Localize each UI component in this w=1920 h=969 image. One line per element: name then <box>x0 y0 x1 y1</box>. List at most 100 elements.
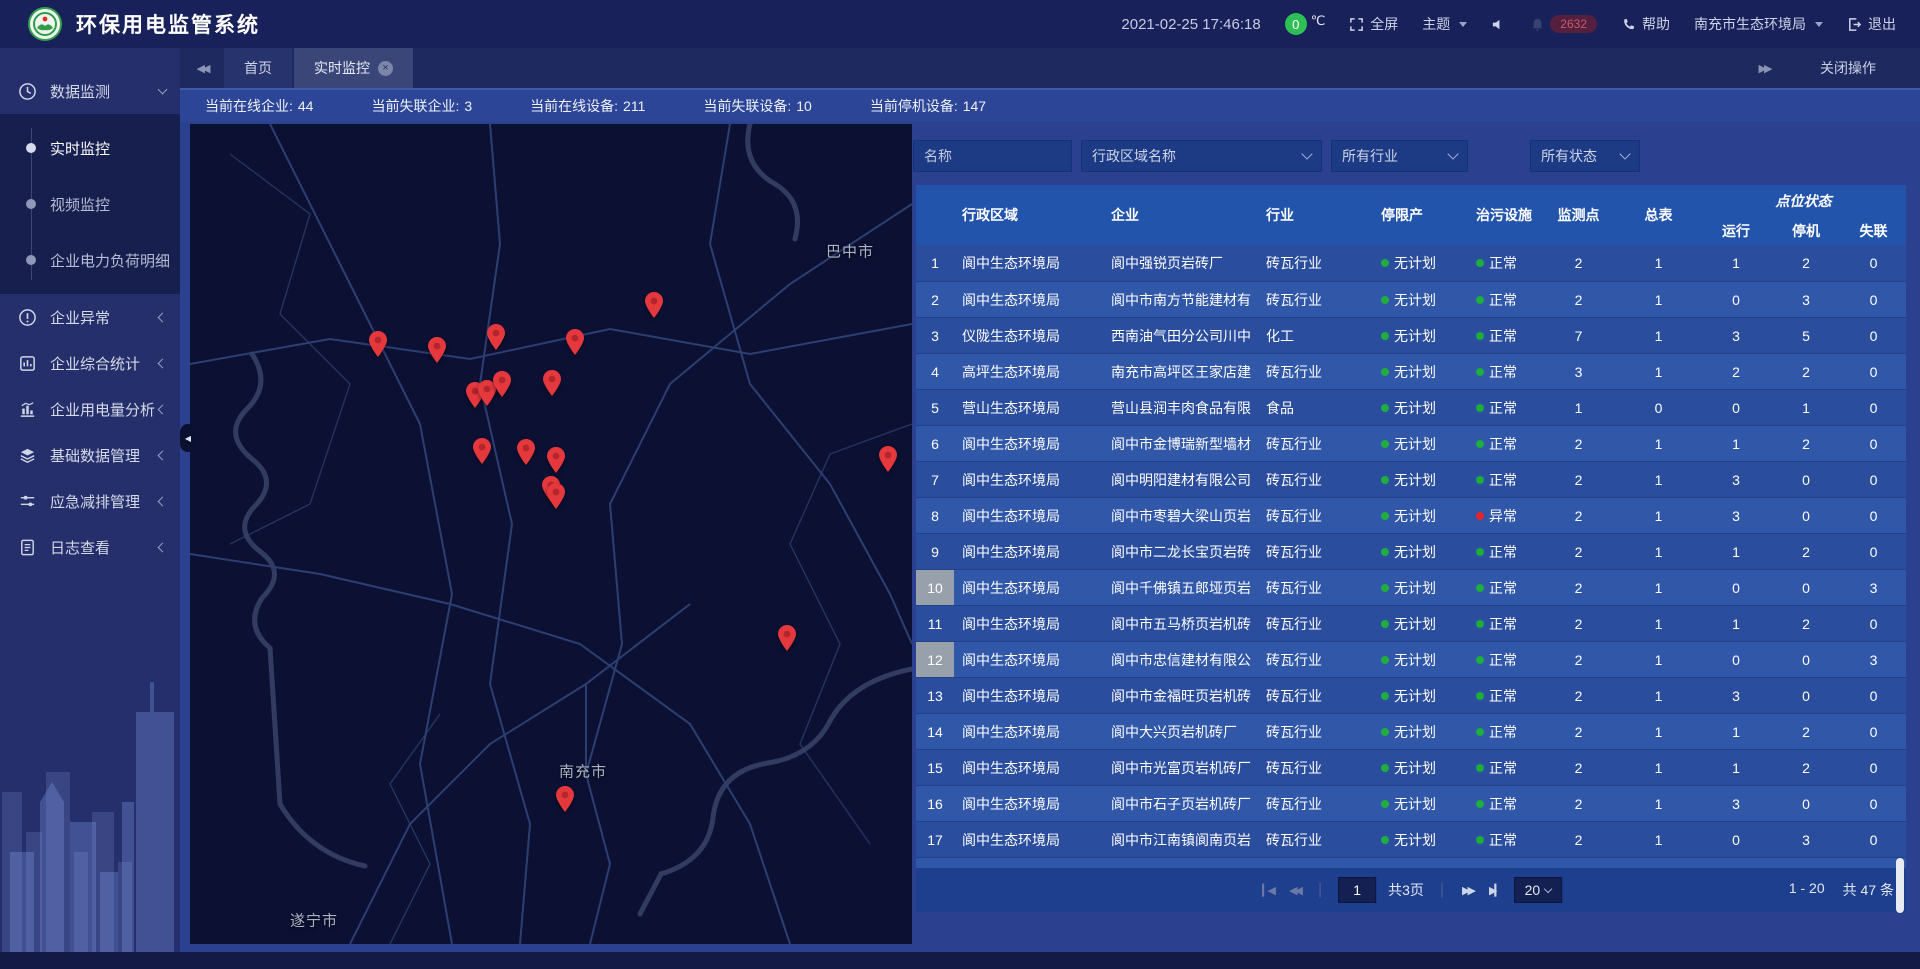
table-scrollbar-thumb[interactable] <box>1896 858 1904 913</box>
status-filter-select[interactable]: 所有状态 <box>1530 140 1640 172</box>
region-filter-select[interactable]: 行政区域名称 <box>1081 140 1322 172</box>
sidebar-item[interactable]: 基础数据管理 <box>0 432 180 478</box>
map-canvas[interactable]: 巴中市南充市遂宁市 <box>190 124 912 944</box>
cell-region: 阆中生态环境局 <box>954 542 1101 562</box>
map-pin-icon[interactable] <box>542 369 562 397</box>
fullscreen-label: 全屏 <box>1370 14 1398 34</box>
org-dropdown[interactable]: 南充市生态环境局 <box>1694 14 1823 34</box>
region-filter-value: 行政区域名称 <box>1092 146 1176 166</box>
table-row[interactable]: 10阆中生态环境局阆中千佛镇五郎垭页岩砖瓦行业无计划正常21003 <box>916 569 1906 605</box>
sidebar-item[interactable]: 数据监测 <box>0 68 180 114</box>
map-pin-icon[interactable] <box>486 323 506 351</box>
table-row[interactable]: 12阆中生态环境局阆中市忠信建材有限公砖瓦行业无计划正常21003 <box>916 641 1906 677</box>
map-pin-icon[interactable] <box>368 330 388 358</box>
cell-pollution-facility: 正常 <box>1464 542 1541 562</box>
cell-offline: 0 <box>1841 724 1906 740</box>
table-row[interactable]: 11阆中生态环境局阆中市五马桥页岩机砖砖瓦行业无计划正常21120 <box>916 605 1906 641</box>
page-number-input[interactable] <box>1338 877 1376 903</box>
gauge-icon <box>18 82 37 101</box>
fullscreen-button[interactable]: 全屏 <box>1349 14 1398 34</box>
name-filter-input[interactable] <box>924 148 1061 164</box>
sidebar-item[interactable]: 日志查看 <box>0 524 180 570</box>
tab-首页[interactable]: 首页 <box>224 48 292 88</box>
industry-filter-select[interactable]: 所有行业 <box>1331 140 1468 172</box>
map-pin-icon[interactable] <box>427 336 447 364</box>
cell-pollution-facility: 正常 <box>1464 290 1541 310</box>
tab-实时监控[interactable]: 实时监控× <box>294 48 413 88</box>
cell-offline: 3 <box>1841 580 1906 596</box>
map-pin-icon[interactable] <box>472 437 492 465</box>
table-row[interactable]: 13阆中生态环境局阆中市金福旺页岩机砖砖瓦行业无计划正常21300 <box>916 677 1906 713</box>
theme-dropdown[interactable]: 主题 <box>1422 14 1467 34</box>
map-pin-icon[interactable] <box>555 785 575 813</box>
prev-page-icon[interactable]: ◀◀ <box>1287 884 1302 897</box>
map-pin-icon[interactable] <box>565 328 585 356</box>
help-button[interactable]: 帮助 <box>1621 14 1670 34</box>
last-page-icon[interactable]: ▶▎ <box>1487 884 1502 897</box>
pager-divider: | <box>1318 881 1322 899</box>
table-row[interactable]: 4高坪生态环境局南充市高坪区王家店建砖瓦行业无计划正常31220 <box>916 353 1906 389</box>
cell-stop-limit: 无计划 <box>1371 758 1464 778</box>
sidebar-subitem[interactable]: 企业电力负荷明细 <box>0 232 180 288</box>
table-row[interactable]: 5营山生态环境局营山县润丰肉食品有限食品无计划正常10010 <box>916 389 1906 425</box>
map-pin-icon[interactable] <box>878 445 898 473</box>
notification-area[interactable]: 2632 <box>1530 15 1597 33</box>
name-filter-field[interactable] <box>913 140 1072 172</box>
col-company: 企业 <box>1101 185 1254 245</box>
table-row[interactable]: 3仪陇生态环境局西南油气田分公司川中化工无计划正常71350 <box>916 317 1906 353</box>
tab-close-icon[interactable]: × <box>378 61 393 76</box>
sidebar-subitem[interactable]: 实时监控 <box>0 120 180 176</box>
map-pin-icon[interactable] <box>546 446 566 474</box>
cell-running: 3 <box>1701 472 1771 488</box>
cell-monitor-points: 2 <box>1541 616 1616 632</box>
close-operations-button[interactable]: 关闭操作 <box>1820 58 1876 78</box>
cell-region: 阆中生态环境局 <box>954 794 1101 814</box>
stop-limit-text: 无计划 <box>1394 506 1436 526</box>
table-row[interactable]: 17阆中生态环境局阆中市江南镇阆南页岩砖瓦行业无计划正常21030 <box>916 821 1906 857</box>
table-row[interactable]: 2阆中生态环境局阆中市南方节能建材有砖瓦行业无计划正常21030 <box>916 281 1906 317</box>
table-row[interactable]: 9阆中生态环境局阆中市二龙长宝页岩砖砖瓦行业无计划正常21120 <box>916 533 1906 569</box>
sidebar-item[interactable]: 企业综合统计 <box>0 340 180 386</box>
sidebar-subitem-label: 视频监控 <box>50 194 110 215</box>
status-dot-icon <box>1476 404 1484 412</box>
stat-label: 当前失联企业: <box>371 98 459 114</box>
audio-mute-button[interactable] <box>1491 17 1506 32</box>
map-pin-icon[interactable] <box>516 438 536 466</box>
logout-button[interactable]: 退出 <box>1847 14 1896 34</box>
cell-stop-limit: 无计划 <box>1371 362 1464 382</box>
sidebar-subitem[interactable]: 视频监控 <box>0 176 180 232</box>
cell-offline: 0 <box>1841 472 1906 488</box>
next-page-icon[interactable]: ▶▶ <box>1460 884 1475 897</box>
col-industry: 行业 <box>1254 185 1371 245</box>
cell-pollution-facility: 正常 <box>1464 686 1541 706</box>
sidebar-collapse-handle[interactable]: ◀ <box>180 424 196 452</box>
tab-scroll-left-icon[interactable]: ◀◀ <box>180 48 224 88</box>
facility-text: 正常 <box>1489 542 1517 562</box>
map-roads <box>190 124 912 944</box>
sidebar-item[interactable]: 应急减排管理 <box>0 478 180 524</box>
table-row[interactable]: 6阆中生态环境局阆中市金博瑞新型墙材砖瓦行业无计划正常21120 <box>916 425 1906 461</box>
col-monitor-points: 监测点 <box>1541 185 1616 245</box>
tab-scroll-right-icon[interactable]: ▶▶ <box>1742 62 1786 75</box>
map-pin-icon[interactable] <box>492 370 512 398</box>
sidebar-item[interactable]: 企业用电量分析 <box>0 386 180 432</box>
sidebar-item[interactable]: 企业异常 <box>0 294 180 340</box>
page-size-select[interactable]: 20 <box>1514 877 1562 903</box>
table-row[interactable]: 8阆中生态环境局阆中市枣碧大梁山页岩砖瓦行业无计划异常21300 <box>916 497 1906 533</box>
table-row[interactable]: 18南部生态环境局南部县新华水泥有限公建材加工无计划正常60060 <box>916 857 1906 868</box>
table-row[interactable]: 14阆中生态环境局阆中大兴页岩机砖厂砖瓦行业无计划正常21120 <box>916 713 1906 749</box>
table-row[interactable]: 16阆中生态环境局阆中市石子页岩机砖厂砖瓦行业无计划正常21300 <box>916 785 1906 821</box>
table-row[interactable]: 1阆中生态环境局阆中强锐页岩砖厂砖瓦行业无计划正常21120 <box>916 245 1906 281</box>
pagination-summary: 1 - 20 共 47 条 <box>1789 880 1906 900</box>
open-tabs: 首页实时监控× <box>224 48 415 88</box>
status-dot-icon <box>1381 404 1389 412</box>
map-pin-icon[interactable] <box>777 624 797 652</box>
table-row[interactable]: 15阆中生态环境局阆中市光富页岩机砖厂砖瓦行业无计划正常21120 <box>916 749 1906 785</box>
table-row[interactable]: 7阆中生态环境局阆中明阳建材有限公司砖瓦行业无计划正常21300 <box>916 461 1906 497</box>
cell-industry: 砖瓦行业 <box>1254 253 1371 273</box>
cell-region: 阆中生态环境局 <box>954 253 1101 273</box>
first-page-icon[interactable]: ▎◀ <box>1260 884 1275 897</box>
map-pin-icon[interactable] <box>644 291 664 319</box>
map-pin-icon[interactable] <box>546 482 566 510</box>
org-label: 南充市生态环境局 <box>1694 14 1806 34</box>
